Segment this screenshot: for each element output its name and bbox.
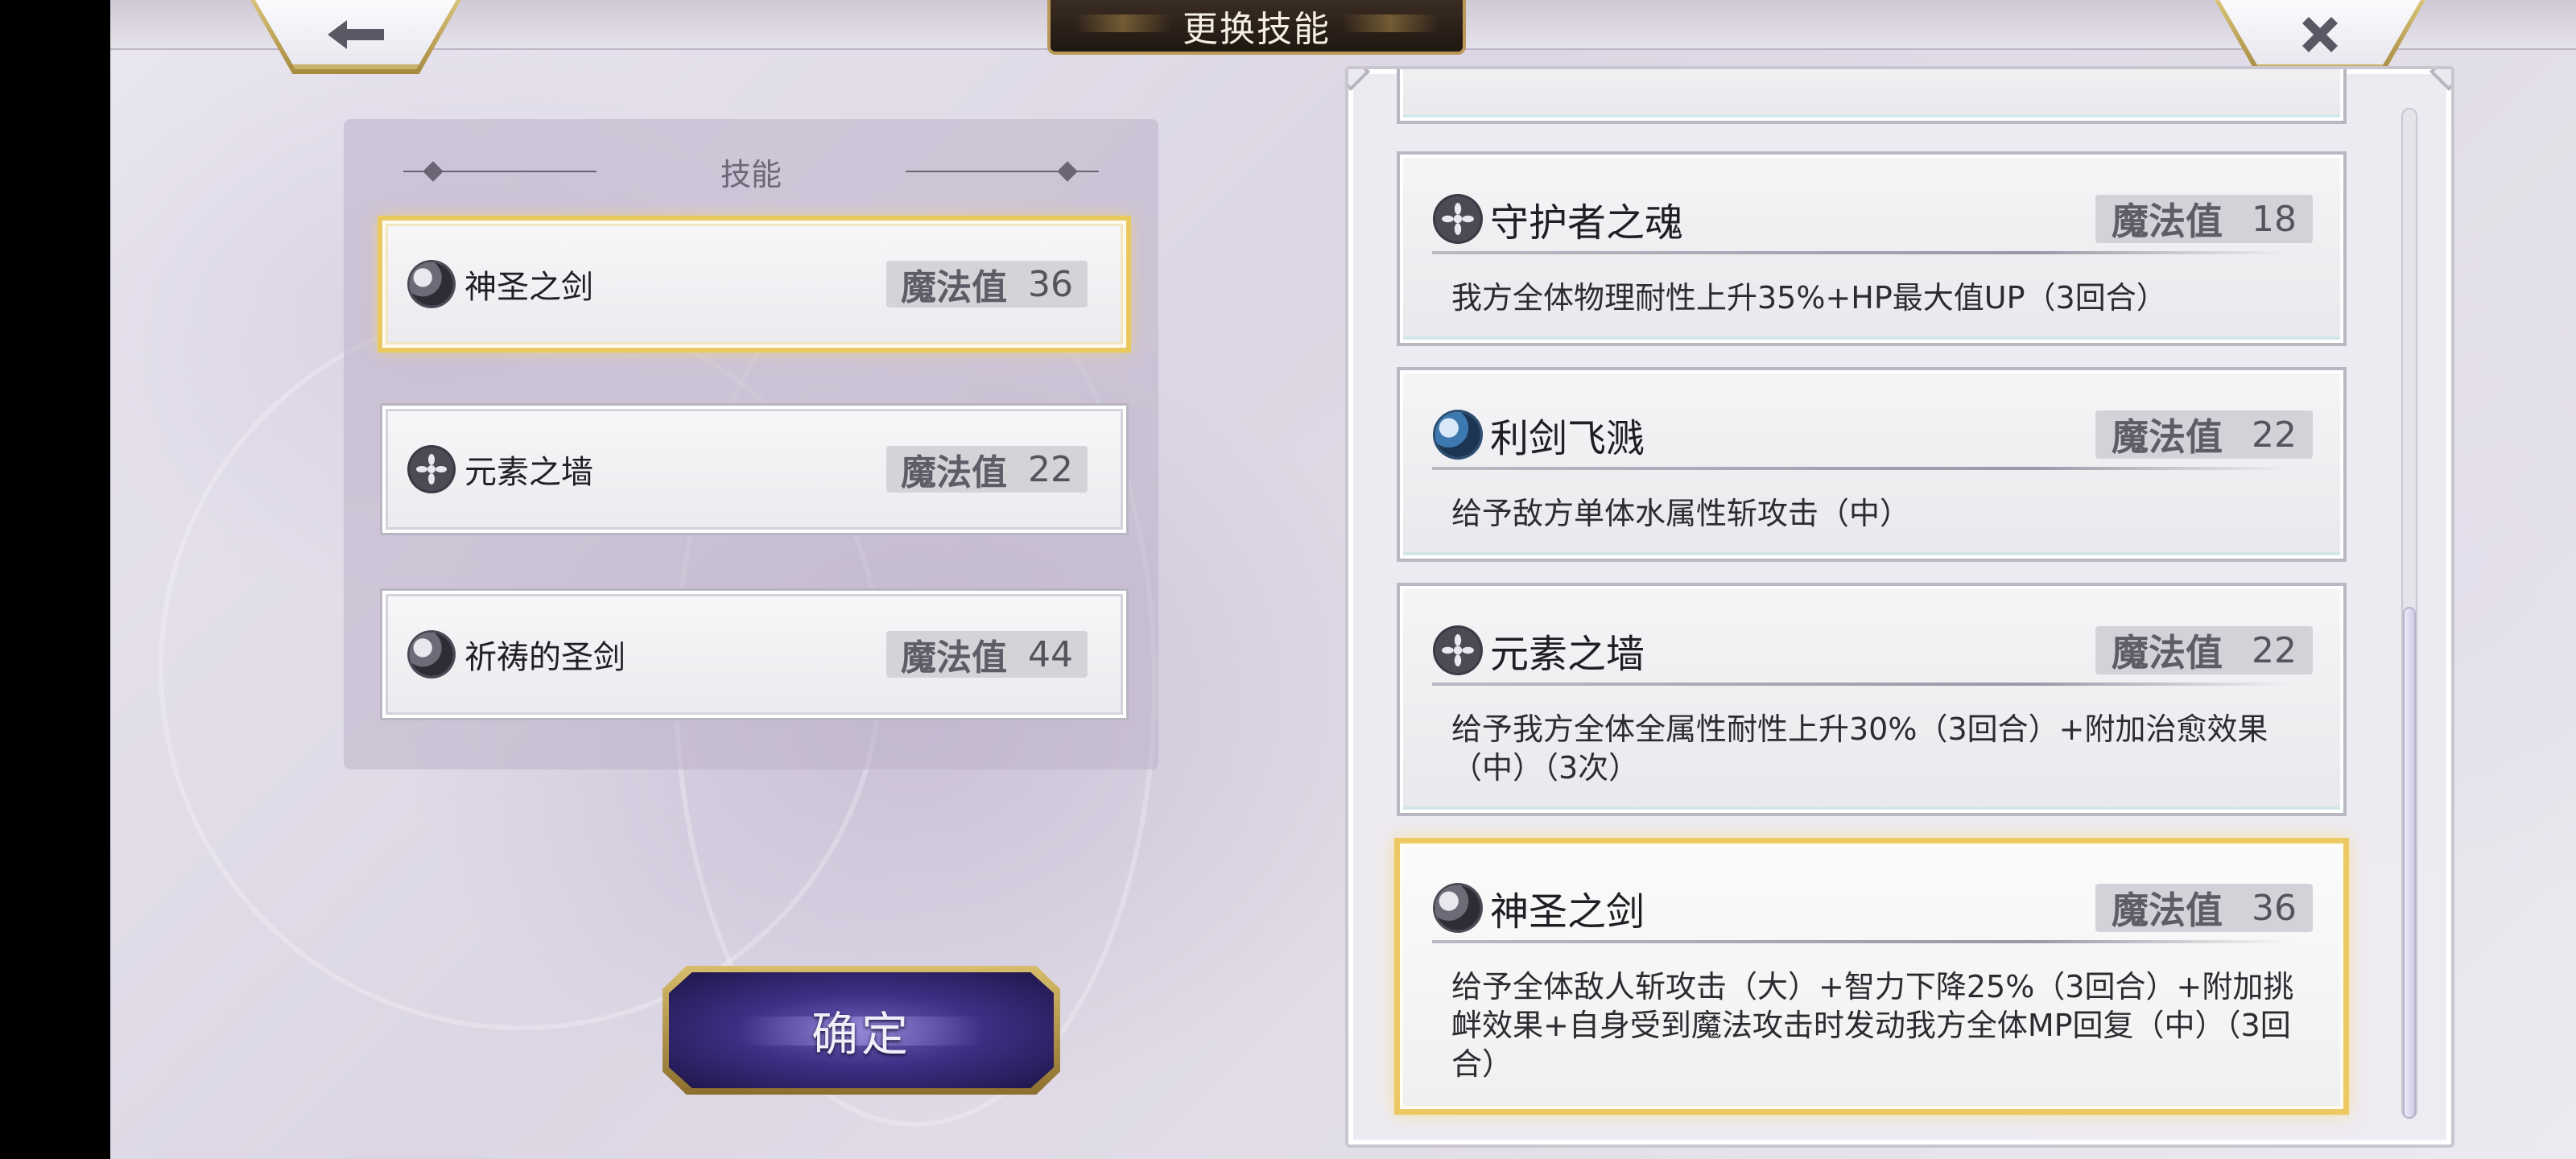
skill-description: 给予敌方单体水属性斩攻击（中） — [1451, 496, 1911, 531]
mp-badge: 魔法值 22 — [2095, 626, 2313, 674]
skill-card[interactable]: 利剑飞溅 魔法值 22 给予敌方单体水属性斩攻击（中） — [1400, 370, 2343, 559]
skill-description: 给予全体敌人斩攻击（大）+智力下降25%（3回合）+附加挑衅效果+自身受到魔法攻… — [1451, 969, 2294, 1082]
mp-label: 魔法值 — [2112, 200, 2223, 243]
mp-value: 44 — [1028, 633, 1073, 675]
divider — [1432, 940, 2290, 943]
card-header: 神圣之剑 魔法值 36 — [1435, 882, 2313, 934]
moon-icon — [410, 633, 453, 676]
mp-label: 魔法值 — [901, 452, 1007, 493]
skill-name: 祈祷的圣剑 — [464, 639, 625, 676]
skill-name: 利剑飞溅 — [1490, 416, 1645, 461]
mp-value: 22 — [1028, 448, 1073, 490]
mp-value: 18 — [2252, 198, 2297, 240]
moon-icon — [410, 262, 453, 306]
mp-badge: 魔法值 18 — [2095, 195, 2313, 243]
mp-badge: 魔法值 36 — [886, 261, 1088, 308]
equipped-skill-slot-2[interactable]: 元素之墙 魔法值 22 — [382, 406, 1126, 533]
mp-value: 36 — [1028, 263, 1073, 305]
page-title: 更换技能 — [1183, 9, 1331, 50]
skill-list-panel[interactable]: 守护者之魂 魔法值 18 我方全体物理耐性上升35%+HP最大值UP（3回合） … — [1345, 66, 2454, 1148]
game-screen: 更换技能 技能 神圣之剑 魔法值 36 元素之墙 魔法值 22 祈祷的圣剑 魔法… — [110, 0, 2576, 1159]
mp-badge: 魔法值 22 — [886, 446, 1088, 493]
confirm-button[interactable]: 确定 — [663, 966, 1060, 1095]
mp-label: 魔法值 — [901, 637, 1007, 678]
panel-heading: 技能 — [720, 156, 782, 192]
mp-label: 魔法值 — [901, 267, 1007, 308]
equipped-skills-panel: 技能 神圣之剑 魔法值 36 元素之墙 魔法值 22 祈祷的圣剑 魔法值 44 — [344, 119, 1158, 769]
confirm-label: 确定 — [811, 1007, 911, 1062]
skill-card-partial[interactable] — [1400, 69, 2343, 121]
skill-name: 元素之墙 — [1490, 632, 1645, 677]
skill-name: 神圣之剑 — [464, 269, 593, 306]
skill-name: 元素之墙 — [464, 454, 593, 491]
scrollbar-thumb[interactable] — [2403, 607, 2416, 1119]
card-header: 利剑飞溅 魔法值 22 — [1435, 409, 2313, 461]
flower-icon — [410, 448, 453, 491]
ornament-right — [906, 161, 1099, 182]
mp-label: 魔法值 — [2112, 415, 2223, 459]
mp-value: 22 — [2252, 414, 2297, 456]
equipped-skill-slot-1[interactable]: 神圣之剑 魔法值 36 — [382, 221, 1126, 348]
panel-header: 技能 — [344, 151, 1158, 192]
skill-card-selected[interactable]: 神圣之剑 魔法值 36 给予全体敌人斩攻击（大）+智力下降25%（3回合）+附加… — [1400, 843, 2343, 1109]
mp-badge: 魔法值 22 — [2095, 410, 2313, 459]
equipped-skill-slot-3[interactable]: 祈祷的圣剑 魔法值 44 — [382, 591, 1126, 718]
skill-name: 守护者之魂 — [1490, 200, 1684, 245]
card-header: 守护者之魂 魔法值 18 — [1435, 193, 2313, 245]
divider — [1432, 683, 2290, 686]
mp-label: 魔法值 — [2112, 889, 2223, 932]
card-header: 元素之墙 魔法值 22 — [1435, 625, 2313, 677]
ornament-left — [403, 161, 597, 182]
mp-badge: 魔法值 44 — [886, 631, 1088, 678]
mp-value: 36 — [2252, 887, 2297, 929]
arrow-left-icon — [328, 20, 384, 49]
confirm-button-face: 确定 — [669, 972, 1054, 1088]
flower-icon — [1435, 196, 1480, 241]
skill-description: 我方全体物理耐性上升35%+HP最大值UP（3回合） — [1451, 280, 2167, 316]
skill-description: 给予我方全体全属性耐性上升30%（3回合）+附加治愈效果（中）（3次） — [1451, 711, 2268, 786]
mp-value: 22 — [2252, 629, 2297, 671]
flower-icon — [1435, 628, 1480, 673]
mp-badge: 魔法值 36 — [2095, 884, 2313, 932]
moon-icon — [1435, 885, 1480, 930]
title-plate: 更换技能 — [1047, 0, 1466, 55]
mp-label: 魔法值 — [2112, 631, 2223, 674]
skill-card[interactable]: 守护者之魂 魔法值 18 我方全体物理耐性上升35%+HP最大值UP（3回合） — [1400, 155, 2343, 343]
close-icon — [2302, 17, 2338, 52]
skill-card[interactable]: 元素之墙 魔法值 22 给予我方全体全属性耐性上升30%（3回合）+附加治愈效果… — [1400, 586, 2343, 813]
divider — [1432, 251, 2290, 254]
skill-name: 神圣之剑 — [1490, 889, 1645, 934]
blue-moon-icon — [1435, 412, 1480, 457]
divider — [1432, 467, 2290, 470]
